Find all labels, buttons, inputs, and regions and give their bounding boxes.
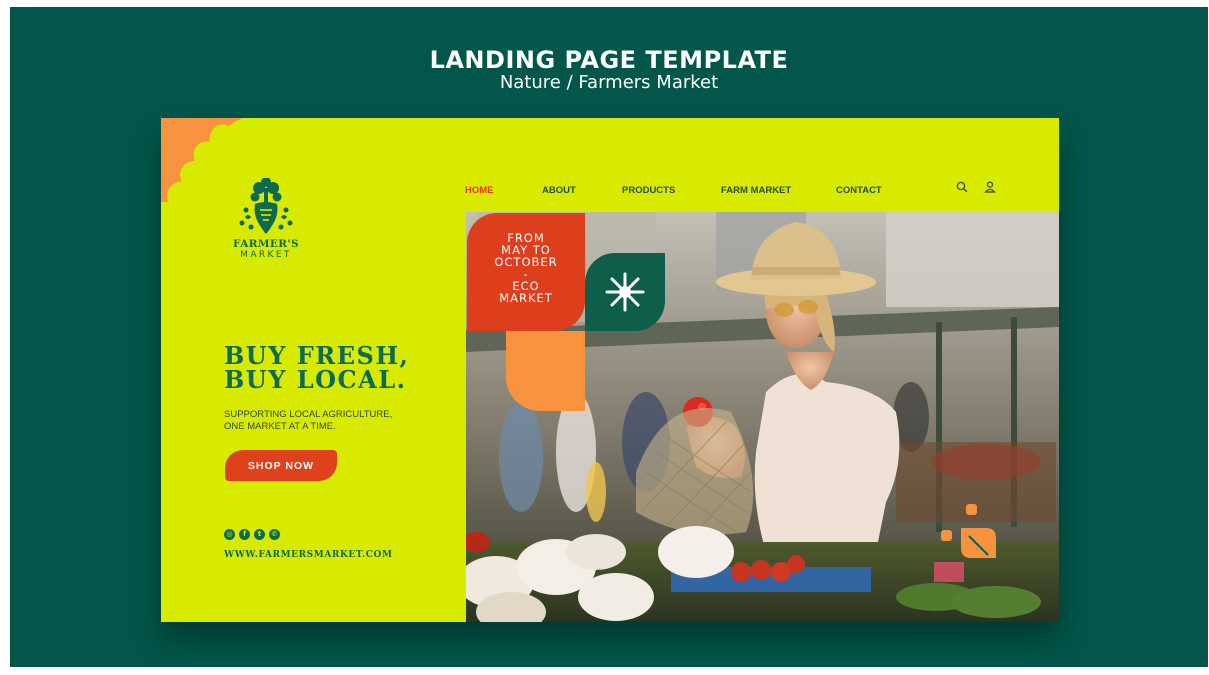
social-links: ◎ f t ✆: [224, 529, 280, 540]
landing-page-mockup: FARMER'S MARKET HOME ABOUT PRODUCTS FARM…: [161, 118, 1059, 622]
sun-badge: [585, 253, 665, 331]
nav-about[interactable]: ABOUT: [542, 185, 576, 196]
twitter-icon[interactable]: t: [254, 529, 265, 540]
user-icon[interactable]: [983, 180, 997, 194]
brand-name: FARMER'S: [232, 238, 300, 250]
presentation-background: LANDING PAGE TEMPLATE Nature / Farmers M…: [10, 7, 1208, 667]
season-badge-text: FROM MAY TO OCTOBER - ECO MARKET: [494, 231, 558, 305]
facebook-icon[interactable]: f: [239, 529, 250, 540]
hero-title: BUY FRESH, BUY LOCAL.: [224, 341, 410, 394]
instagram-icon[interactable]: ◎: [224, 529, 235, 540]
orange-shape: [506, 331, 585, 411]
search-icon[interactable]: [955, 180, 969, 194]
template-title: LANDING PAGE TEMPLATE: [429, 46, 789, 74]
hero-subtitle: SUPPORTING LOCAL AGRICULTURE, ONE MARKET…: [224, 409, 393, 432]
shop-now-button[interactable]: SHOP NOW: [225, 450, 337, 481]
brand-sub: MARKET: [240, 250, 292, 260]
nav-home[interactable]: HOME: [465, 185, 494, 196]
sun-icon: [605, 272, 645, 312]
website-link[interactable]: WWW.FARMERSMARKET.COM: [224, 550, 393, 560]
nav-contact[interactable]: CONTACT: [836, 185, 882, 196]
nav-farm-market[interactable]: FARM MARKET: [721, 185, 791, 196]
whatsapp-icon[interactable]: ✆: [269, 529, 280, 540]
template-subtitle: Nature / Farmers Market: [499, 72, 719, 93]
nav-products[interactable]: PRODUCTS: [622, 185, 675, 196]
